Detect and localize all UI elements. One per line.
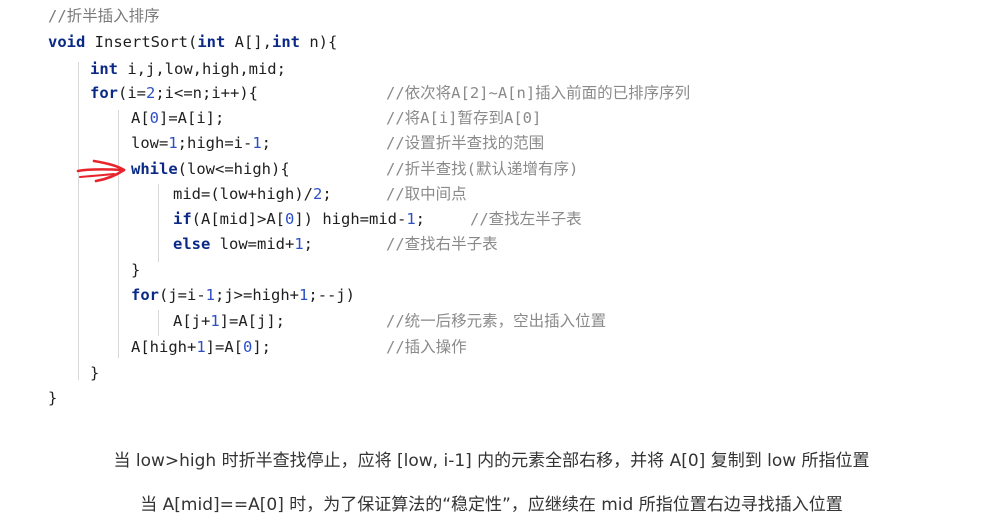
code-comment: //插入操作	[386, 338, 467, 356]
code-comment: //查找左半子表	[470, 210, 582, 228]
code-line: int i,j,low,high,mid;	[90, 60, 286, 78]
code-line: for(i=2;i<=n;i++){	[90, 84, 258, 102]
code-line: A[high+1]=A[0];	[131, 338, 272, 356]
code-line: if(A[mid]>A[0]) high=mid-1;	[173, 210, 426, 228]
code-comment: //依次将A[2]~A[n]插入前面的已排序序列	[386, 84, 691, 102]
handdrawn-arrow-icon	[76, 159, 126, 183]
code-line: for(j=i-1;j>=high+1;--j)	[131, 286, 356, 304]
indent-guide	[118, 110, 119, 358]
code-line: low=1;high=i-1;	[131, 134, 272, 152]
code-comment: //查找右半子表	[386, 235, 498, 253]
code-comment: //折半查找(默认递增有序)	[386, 160, 579, 178]
explanation-line-1: 当 low>high 时折半查找停止，应将 [low, i-1] 内的元素全部右…	[113, 451, 870, 471]
explanation-line-2: 当 A[mid]==A[0] 时，为了保证算法的“稳定性”，应继续在 mid 所…	[140, 495, 843, 515]
code-line: while(low<=high){	[131, 160, 290, 178]
code-line: }	[131, 261, 141, 279]
code-comment: //将A[i]暂存到A[0]	[386, 109, 542, 127]
code-line: }	[48, 389, 58, 407]
code-line: A[0]=A[i];	[131, 109, 225, 127]
code-comment: //统一后移元素，空出插入位置	[386, 312, 607, 330]
code-line: void InsertSort(int A[],int n){	[48, 33, 338, 51]
code-comment: //设置折半查找的范围	[386, 134, 545, 152]
indent-guide	[158, 184, 159, 262]
code-comment: //取中间点	[386, 185, 467, 203]
code-line: A[j+1]=A[j];	[173, 312, 285, 330]
indent-guide	[158, 310, 159, 336]
code-block: //折半插入排序 void InsertSort(int A[],int n){…	[0, 0, 983, 420]
code-line: }	[90, 364, 100, 382]
code-line: else low=mid+1;	[173, 235, 314, 253]
code-line: mid=(low+high)/2;	[173, 185, 332, 203]
code-title-comment: //折半插入排序	[48, 7, 160, 25]
indent-guide	[78, 62, 79, 380]
